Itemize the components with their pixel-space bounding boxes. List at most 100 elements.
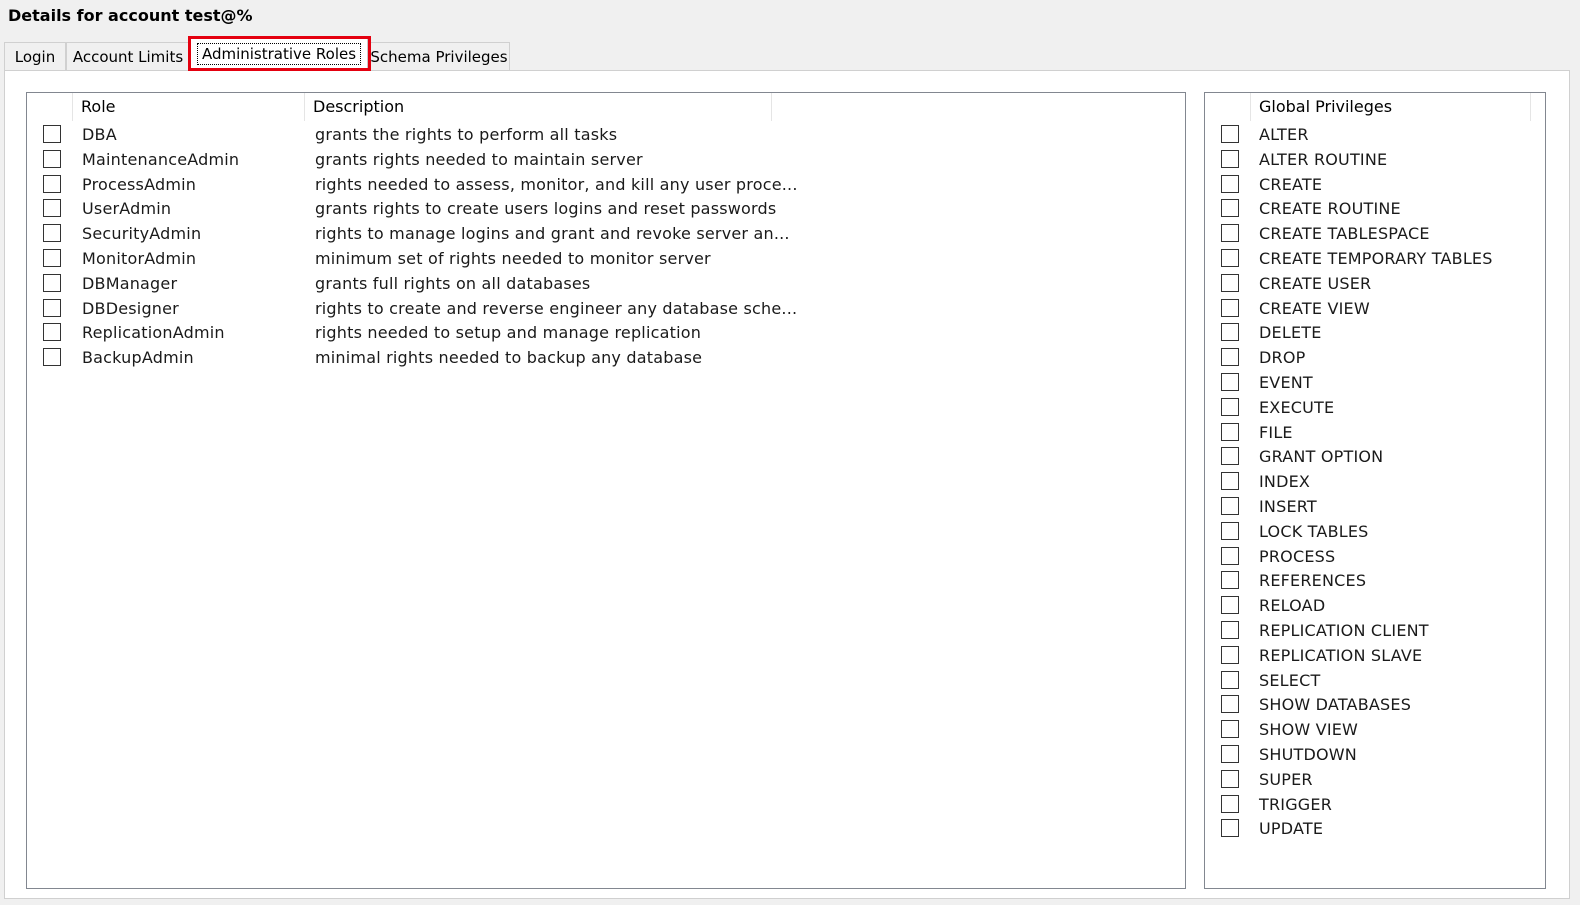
role-checkbox[interactable]: [43, 348, 61, 367]
privilege-checkbox[interactable]: [1221, 422, 1239, 441]
privilege-checkbox[interactable]: [1221, 596, 1239, 615]
privilege-checkbox[interactable]: [1221, 546, 1239, 565]
privilege-checkbox[interactable]: [1221, 695, 1239, 714]
privilege-row[interactable]: INSERT: [1205, 495, 1545, 520]
privilege-checkbox[interactable]: [1221, 670, 1239, 689]
role-row[interactable]: DBDesigner rights to create and reverse e…: [27, 297, 1185, 322]
checkbox-column-header[interactable]: [1205, 93, 1251, 121]
tab-login[interactable]: Login: [4, 42, 66, 70]
role-row[interactable]: BackupAdmin minimal rights needed to back…: [27, 346, 1185, 371]
privilege-checkbox[interactable]: [1221, 621, 1239, 639]
roles-list[interactable]: Role Description DBA grants the rights to…: [26, 92, 1186, 889]
privilege-row[interactable]: FILE: [1205, 421, 1545, 446]
privilege-checkbox[interactable]: [1221, 273, 1239, 292]
privilege-name: REPLICATION SLAVE: [1259, 645, 1423, 665]
privilege-row[interactable]: CREATE USER: [1205, 272, 1545, 297]
privilege-row[interactable]: REPLICATION SLAVE: [1205, 644, 1545, 669]
role-row[interactable]: SecurityAdmin rights to manage logins and…: [27, 222, 1185, 247]
role-row[interactable]: ProcessAdmin rights needed to assess, mon…: [27, 173, 1185, 198]
privilege-checkbox[interactable]: [1221, 521, 1239, 540]
privilege-row[interactable]: CREATE TABLESPACE: [1205, 222, 1545, 247]
role-row[interactable]: MaintenanceAdmin grants rights needed to …: [27, 148, 1185, 173]
privilege-name: TRIGGER: [1259, 794, 1333, 814]
privilege-name: EVENT: [1259, 373, 1313, 392]
description-column-header[interactable]: Description: [305, 93, 772, 121]
privilege-row[interactable]: REPLICATION CLIENT: [1205, 619, 1545, 644]
privilege-row[interactable]: CREATE: [1205, 173, 1545, 198]
privilege-row[interactable]: EVENT: [1205, 371, 1545, 396]
privilege-checkbox[interactable]: [1221, 199, 1239, 218]
role-checkbox[interactable]: [43, 273, 61, 292]
privilege-checkbox[interactable]: [1221, 819, 1239, 838]
role-column-header[interactable]: Role: [73, 93, 305, 121]
privilege-row[interactable]: GRANT OPTION: [1205, 445, 1545, 470]
role-checkbox[interactable]: [43, 199, 61, 218]
global-privileges-column-header[interactable]: Global Privileges: [1251, 93, 1531, 121]
privilege-checkbox[interactable]: [1221, 125, 1239, 143]
privilege-row[interactable]: LOCK TABLES: [1205, 520, 1545, 545]
role-row[interactable]: UserAdmin grants rights to create users l…: [27, 197, 1185, 222]
role-row[interactable]: DBA grants the rights to perform all task…: [27, 123, 1185, 148]
privilege-row[interactable]: DELETE: [1205, 321, 1545, 346]
privilege-checkbox[interactable]: [1221, 373, 1239, 391]
privilege-checkbox[interactable]: [1221, 571, 1239, 590]
privilege-row[interactable]: ALTER: [1205, 123, 1545, 148]
privilege-row[interactable]: REFERENCES: [1205, 569, 1545, 594]
role-description: grants rights to create users logins and…: [315, 199, 777, 219]
privilege-row[interactable]: DROP: [1205, 346, 1545, 371]
tab-administrative-roles[interactable]: Administrative Roles: [190, 38, 368, 70]
tab-account-limits-label: Account Limits: [72, 48, 184, 66]
role-checkbox[interactable]: [43, 149, 61, 168]
privilege-checkbox[interactable]: [1221, 497, 1239, 515]
role-checkbox[interactable]: [43, 174, 61, 193]
role-row[interactable]: DBManager grants full rights on all datab…: [27, 272, 1185, 297]
privilege-row[interactable]: SHOW DATABASES: [1205, 693, 1545, 718]
role-checkbox[interactable]: [43, 125, 61, 143]
role-description: rights to create and reverse engineer an…: [315, 298, 798, 318]
privilege-row[interactable]: SHUTDOWN: [1205, 743, 1545, 768]
privilege-row[interactable]: SELECT: [1205, 669, 1545, 694]
privilege-row[interactable]: EXECUTE: [1205, 396, 1545, 421]
privilege-checkbox[interactable]: [1221, 794, 1239, 813]
privilege-name: SELECT: [1259, 670, 1321, 690]
tab-account-limits[interactable]: Account Limits: [66, 42, 190, 70]
privilege-checkbox[interactable]: [1221, 472, 1239, 491]
privilege-checkbox[interactable]: [1221, 397, 1239, 416]
privilege-checkbox[interactable]: [1221, 645, 1239, 664]
privilege-checkbox[interactable]: [1221, 149, 1239, 168]
privilege-checkbox[interactable]: [1221, 323, 1239, 342]
privilege-row[interactable]: SUPER: [1205, 768, 1545, 793]
checkbox-column-header[interactable]: [27, 93, 73, 121]
privilege-row[interactable]: CREATE TEMPORARY TABLES: [1205, 247, 1545, 272]
privilege-checkbox[interactable]: [1221, 745, 1239, 763]
privilege-name: DELETE: [1259, 323, 1322, 343]
privilege-checkbox[interactable]: [1221, 174, 1239, 193]
privilege-row[interactable]: INDEX: [1205, 470, 1545, 495]
privilege-row[interactable]: TRIGGER: [1205, 793, 1545, 818]
privilege-checkbox[interactable]: [1221, 348, 1239, 367]
tab-schema-privileges[interactable]: Schema Privileges: [368, 42, 510, 70]
role-row[interactable]: MonitorAdmin minimum set of rights needed…: [27, 247, 1185, 272]
privilege-name: INSERT: [1259, 497, 1317, 516]
global-privileges-list[interactable]: Global Privileges ALTER ALTER ROUTINE CREA…: [1204, 92, 1546, 889]
privilege-checkbox[interactable]: [1221, 249, 1239, 267]
privilege-row[interactable]: UPDATE: [1205, 817, 1545, 842]
privilege-row[interactable]: RELOAD: [1205, 594, 1545, 619]
window-title: Details for account test@%: [8, 6, 253, 25]
privilege-row[interactable]: SHOW VIEW: [1205, 718, 1545, 743]
privilege-checkbox[interactable]: [1221, 298, 1239, 317]
privilege-checkbox[interactable]: [1221, 224, 1239, 243]
privilege-row[interactable]: ALTER ROUTINE: [1205, 148, 1545, 173]
role-row[interactable]: ReplicationAdmin rights needed to setup a…: [27, 321, 1185, 346]
privilege-checkbox[interactable]: [1221, 447, 1239, 466]
privilege-row[interactable]: CREATE VIEW: [1205, 297, 1545, 322]
privilege-row[interactable]: PROCESS: [1205, 545, 1545, 570]
privilege-row[interactable]: CREATE ROUTINE: [1205, 197, 1545, 222]
role-checkbox[interactable]: [43, 298, 61, 317]
role-name: MonitorAdmin: [82, 249, 197, 268]
role-checkbox[interactable]: [43, 323, 61, 342]
privilege-checkbox[interactable]: [1221, 769, 1239, 788]
role-checkbox[interactable]: [43, 249, 61, 267]
privilege-checkbox[interactable]: [1221, 720, 1239, 739]
role-checkbox[interactable]: [43, 224, 61, 243]
